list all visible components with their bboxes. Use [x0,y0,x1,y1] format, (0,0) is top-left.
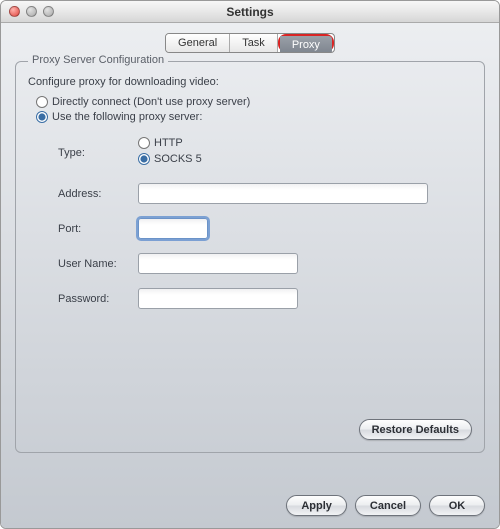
radio-http-input[interactable] [138,137,150,149]
username-label: User Name: [58,258,138,270]
type-label: Type: [58,147,138,159]
apply-button[interactable]: Apply [286,495,347,516]
radio-direct-connect-label: Directly connect (Don't use proxy server… [52,96,250,108]
dialog-footer: Apply Cancel OK [286,495,485,516]
restore-defaults-button[interactable]: Restore Defaults [359,419,472,440]
zoom-icon[interactable] [43,6,54,17]
row-password: Password: [58,288,472,309]
row-port: Port: [58,218,472,239]
tab-group: General Task Proxy [165,33,335,53]
proxy-details: Type: HTTP SOCKS 5 Address: [58,137,472,309]
tab-proxy[interactable]: Proxy [280,36,332,53]
tab-proxy-highlight: Proxy [278,34,334,52]
port-input[interactable] [138,218,208,239]
port-label: Port: [58,223,138,235]
window-controls [1,6,54,17]
close-icon[interactable] [9,6,20,17]
content-area: General Task Proxy Proxy Server Configur… [1,23,499,528]
radio-socks5-label: SOCKS 5 [154,153,202,165]
radio-use-proxy[interactable]: Use the following proxy server: [36,111,472,123]
radio-use-proxy-input[interactable] [36,111,48,123]
radio-http[interactable]: HTTP [138,137,202,149]
password-input[interactable] [138,288,298,309]
radio-use-proxy-label: Use the following proxy server: [52,111,202,123]
row-username: User Name: [58,253,472,274]
radio-direct-connect-input[interactable] [36,96,48,108]
cancel-button[interactable]: Cancel [355,495,421,516]
proxy-description: Configure proxy for downloading video: [28,76,472,88]
row-type: Type: HTTP SOCKS 5 [58,137,472,169]
tab-task[interactable]: Task [230,34,278,52]
minimize-icon[interactable] [26,6,37,17]
groupbox-title: Proxy Server Configuration [28,54,168,66]
proxy-groupbox: Proxy Server Configuration Configure pro… [15,61,485,453]
row-address: Address: [58,183,472,204]
ok-button[interactable]: OK [429,495,485,516]
radio-direct-connect[interactable]: Directly connect (Don't use proxy server… [36,96,472,108]
restore-row: Restore Defaults [359,419,472,440]
radio-http-label: HTTP [154,137,183,149]
radio-socks5-input[interactable] [138,153,150,165]
radio-socks5[interactable]: SOCKS 5 [138,153,202,165]
password-label: Password: [58,293,138,305]
address-input[interactable] [138,183,428,204]
tab-general[interactable]: General [166,34,230,52]
username-input[interactable] [138,253,298,274]
window-title: Settings [1,5,499,19]
type-options: HTTP SOCKS 5 [138,137,202,169]
titlebar: Settings [1,1,499,23]
address-label: Address: [58,188,138,200]
settings-window: Settings General Task Proxy Proxy Server… [0,0,500,529]
tab-bar: General Task Proxy [15,33,485,53]
